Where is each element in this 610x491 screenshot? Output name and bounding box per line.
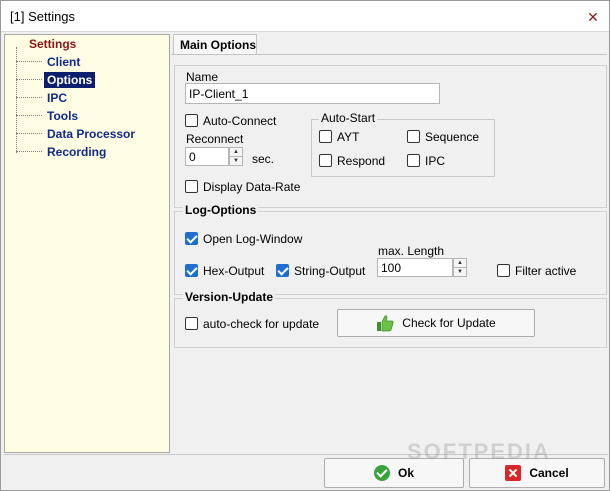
max-length-input[interactable] xyxy=(377,258,453,277)
tree-item-client[interactable]: Client xyxy=(44,54,83,70)
max-length-label: max. Length xyxy=(378,244,445,258)
display-data-rate-checkbox[interactable] xyxy=(185,180,198,193)
spin-up-icon[interactable]: ▲ xyxy=(454,259,466,268)
reconnect-spinner[interactable]: ▲ ▼ xyxy=(229,147,243,166)
filter-active-label: Filter active xyxy=(515,264,577,278)
log-options-title: Log-Options xyxy=(183,203,259,217)
spin-down-icon[interactable]: ▼ xyxy=(454,268,466,277)
title-bar: [1] Settings ✕ xyxy=(1,1,609,32)
cancel-icon xyxy=(505,465,522,481)
name-label: Name xyxy=(186,70,219,84)
hex-output-checkbox[interactable] xyxy=(185,264,198,277)
reconnect-label: Reconnect xyxy=(186,132,244,146)
version-update-section: Version-Update auto-check for update Che… xyxy=(174,290,607,348)
tree-line xyxy=(16,151,42,152)
spin-up-icon[interactable]: ▲ xyxy=(230,148,242,157)
ipc-label: IPC xyxy=(425,154,446,168)
respond-label: Respond xyxy=(337,154,386,168)
tree-item-settings[interactable]: Settings xyxy=(26,36,79,52)
open-log-window-label: Open Log-Window xyxy=(203,232,303,246)
tree-line xyxy=(16,61,42,62)
cancel-label: Cancel xyxy=(529,466,569,480)
close-button[interactable]: ✕ xyxy=(583,7,603,27)
tab-page: Name Auto-Connect Reconnect ▲ ▼ sec. Dis… xyxy=(171,54,607,453)
string-output-checkbox[interactable] xyxy=(276,264,289,277)
name-input[interactable] xyxy=(185,83,440,104)
ayt-checkbox[interactable] xyxy=(319,130,332,143)
display-data-rate-label: Display Data-Rate xyxy=(203,180,301,194)
auto-check-checkbox[interactable] xyxy=(185,317,198,330)
main-panel: Main Options Name Auto-Connect Reconnect… xyxy=(171,34,607,453)
tree-item-tools[interactable]: Tools xyxy=(44,108,81,124)
tree-item-data-processor[interactable]: Data Processor xyxy=(44,126,138,142)
watermark: SOFTPEDIA xyxy=(407,439,551,464)
auto-start-title: Auto-Start xyxy=(319,111,378,125)
auto-check-label: auto-check for update xyxy=(203,317,320,331)
tree-item-ipc[interactable]: IPC xyxy=(44,90,70,106)
tree-item-recording[interactable]: Recording xyxy=(44,144,109,160)
check-icon xyxy=(373,465,390,481)
sequence-label: Sequence xyxy=(425,130,480,144)
respond-checkbox[interactable] xyxy=(319,154,332,167)
window-title: [1] Settings xyxy=(10,9,76,24)
general-section: Name Auto-Connect Reconnect ▲ ▼ sec. Dis… xyxy=(174,65,607,208)
settings-window: [1] Settings ✕ Settings Client Options I… xyxy=(0,0,610,491)
check-for-update-label: Check for Update xyxy=(402,316,496,330)
tree-line xyxy=(16,133,42,134)
ok-label: Ok xyxy=(397,466,414,480)
hex-output-label: Hex-Output xyxy=(203,264,265,278)
settings-tree: Settings Client Options IPC Tools Data P… xyxy=(4,34,170,453)
tree-item-options[interactable]: Options xyxy=(44,72,96,88)
ipc-checkbox[interactable] xyxy=(407,154,420,167)
log-options-section: Log-Options Open Log-Window max. Length … xyxy=(174,203,607,295)
check-for-update-button[interactable]: Check for Update xyxy=(337,309,535,337)
auto-connect-label: Auto-Connect xyxy=(203,114,277,128)
string-output-label: String-Output xyxy=(294,264,366,278)
spin-down-icon[interactable]: ▼ xyxy=(230,157,242,166)
version-update-title: Version-Update xyxy=(183,290,276,304)
close-icon: ✕ xyxy=(587,8,599,25)
filter-active-checkbox[interactable] xyxy=(497,264,510,277)
tree-line xyxy=(16,79,42,80)
tab-main-options[interactable]: Main Options xyxy=(173,34,257,54)
tree-line xyxy=(16,97,42,98)
tree-line xyxy=(16,47,17,153)
max-length-spinner[interactable]: ▲ ▼ xyxy=(453,258,467,277)
ayt-label: AYT xyxy=(337,130,360,144)
reconnect-input[interactable] xyxy=(185,147,229,166)
sequence-checkbox[interactable] xyxy=(407,130,420,143)
auto-connect-checkbox[interactable] xyxy=(185,114,198,127)
open-log-window-checkbox[interactable] xyxy=(185,232,198,245)
tree-line xyxy=(16,115,42,116)
thumbs-up-icon xyxy=(377,315,394,332)
reconnect-unit: sec. xyxy=(252,152,275,166)
auto-start-group xyxy=(311,119,495,177)
